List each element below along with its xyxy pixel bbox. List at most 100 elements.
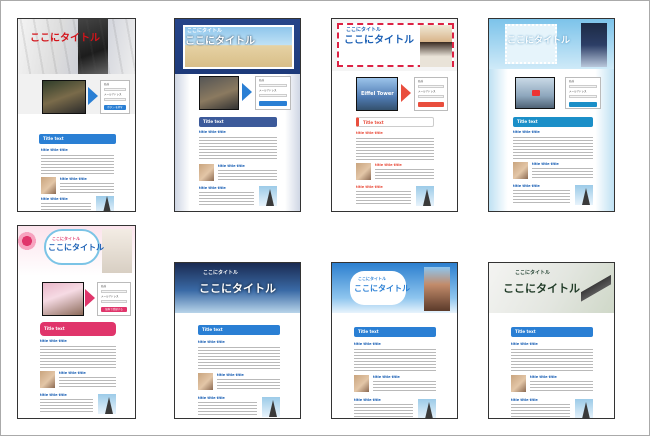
body-text [40, 346, 116, 368]
submit-button[interactable] [259, 101, 287, 106]
name-input[interactable] [101, 290, 127, 293]
sub-heading: title title title [513, 130, 540, 134]
submit-button[interactable]: 無料で登録する [101, 307, 127, 312]
sub-heading: title title title [217, 373, 244, 377]
name-input[interactable] [259, 84, 287, 87]
thumbnail-image [41, 177, 56, 194]
eiffel-image [96, 196, 114, 211]
video-player[interactable] [199, 76, 239, 110]
sub-heading: title title title [354, 342, 381, 346]
sub-heading: title title title [513, 184, 540, 188]
video-player[interactable] [42, 282, 84, 316]
template-card-5[interactable]: ここにタイトル ここにタイトル 名前 メールアドレス 無料で登録する Title… [17, 225, 136, 419]
video-player[interactable] [42, 80, 86, 114]
person-photo [424, 267, 450, 311]
email-label: メールアドレス [259, 89, 277, 92]
person-photo [581, 23, 607, 67]
signup-form: 名前 メールアドレス [414, 77, 448, 111]
sub-heading: title title title [356, 185, 383, 189]
banner-image: ここにタイトル [489, 19, 614, 69]
body-text [217, 379, 280, 390]
body-text [60, 183, 114, 194]
body-text [532, 168, 593, 179]
eiffel-image [98, 394, 116, 414]
section-title-bar: Title text [199, 117, 277, 127]
template-card-7[interactable]: ここにタイトル ここにタイトル Title text title title t… [331, 262, 458, 419]
person-photo [420, 25, 452, 67]
name-label: 名前 [259, 79, 265, 82]
sub-heading: title title title [60, 177, 87, 181]
sub-heading: title title title [356, 131, 383, 135]
play-icon[interactable] [532, 90, 540, 96]
hand-pen-photo [581, 273, 611, 303]
name-input[interactable] [569, 85, 597, 88]
body-text [199, 137, 277, 161]
section-title-bar: Title text [513, 117, 593, 127]
template-card-6[interactable]: ここにタイトル ここにタイトル Title text title title t… [174, 262, 301, 419]
body-text [218, 170, 277, 181]
section-title-bar: Title text [511, 327, 593, 337]
template-card-1[interactable]: ここにタイトル 名前 メールアドレス ボタン を押す Title text ti… [17, 18, 136, 212]
banner-title: ここにタイトル [185, 36, 255, 47]
sub-heading: title title title [375, 163, 402, 167]
sub-heading: title title title [530, 375, 557, 379]
banner-title: ここにタイトル [48, 243, 104, 252]
body-text [375, 169, 434, 180]
email-input[interactable] [104, 98, 126, 101]
eiffel-image [259, 186, 277, 206]
flower-decoration [18, 226, 36, 256]
template-card-4[interactable]: ここにタイトル 名前 メールアドレス Title text title titl… [488, 18, 615, 212]
sub-heading: title title title [373, 375, 400, 379]
body-text [530, 381, 593, 392]
banner-title: ここにタイトル [507, 36, 571, 46]
banner-image: ここにタイトル ここにタイトル [175, 19, 300, 74]
thumbnail-image [511, 375, 526, 392]
body-text [356, 191, 411, 205]
body-text [199, 192, 254, 206]
video-player[interactable]: Eiffel Tower [356, 77, 398, 111]
body-text [356, 138, 434, 160]
template-card-8[interactable]: ここにタイトル ここにタイトル Title text title title t… [488, 262, 615, 419]
video-caption: Eiffel Tower [361, 91, 394, 97]
email-input[interactable] [101, 300, 127, 303]
email-input[interactable] [418, 95, 444, 98]
email-label: メールアドレス [101, 295, 119, 298]
sub-heading: title title title [41, 197, 68, 201]
email-label: メールアドレス [418, 90, 436, 93]
banner-subtitle: ここにタイトル [203, 270, 239, 276]
email-input[interactable] [569, 95, 597, 98]
banner-subtitle: ここにタイトル [358, 276, 386, 281]
body-text [198, 402, 257, 416]
email-input[interactable] [259, 94, 287, 97]
banner-image: ここにタイトル ここにタイトル [175, 263, 300, 313]
email-label: メールアドレス [569, 90, 587, 93]
signup-form: 名前 メールアドレス [255, 76, 291, 110]
sub-heading: title title title [41, 148, 68, 152]
thumbnail-image [354, 375, 369, 392]
video-player[interactable] [515, 77, 555, 109]
arrow-icon [242, 83, 252, 101]
template-card-2[interactable]: ここにタイトル ここにタイトル 名前 メールアドレス Title text ti… [174, 18, 301, 212]
sub-heading: title title title [40, 393, 67, 397]
email-label: メールアドレス [104, 93, 122, 96]
section-title-bar: Title text [39, 134, 116, 144]
arrow-icon [88, 87, 98, 105]
submit-button[interactable] [569, 102, 597, 107]
section-title-bar: Title text [40, 322, 116, 336]
eiffel-image [416, 186, 434, 206]
eiffel-image [575, 399, 593, 418]
name-input[interactable] [104, 88, 126, 91]
banner-title: ここにタイトル [30, 33, 100, 44]
banner-image: ここにタイトル [18, 19, 135, 74]
template-card-3[interactable]: ここにタイトル ここにタイトル Eiffel Tower 名前 メールアドレス … [331, 18, 458, 212]
body-text [40, 399, 93, 413]
sub-heading: title title title [198, 396, 225, 400]
submit-button[interactable]: ボタン を押す [104, 105, 126, 110]
signup-form: 名前 メールアドレス [565, 77, 601, 109]
body-text [41, 155, 114, 175]
body-text [354, 404, 413, 418]
submit-button[interactable] [418, 102, 444, 107]
name-label: 名前 [569, 80, 575, 83]
name-input[interactable] [418, 85, 444, 88]
thumbnail-image [513, 162, 528, 179]
